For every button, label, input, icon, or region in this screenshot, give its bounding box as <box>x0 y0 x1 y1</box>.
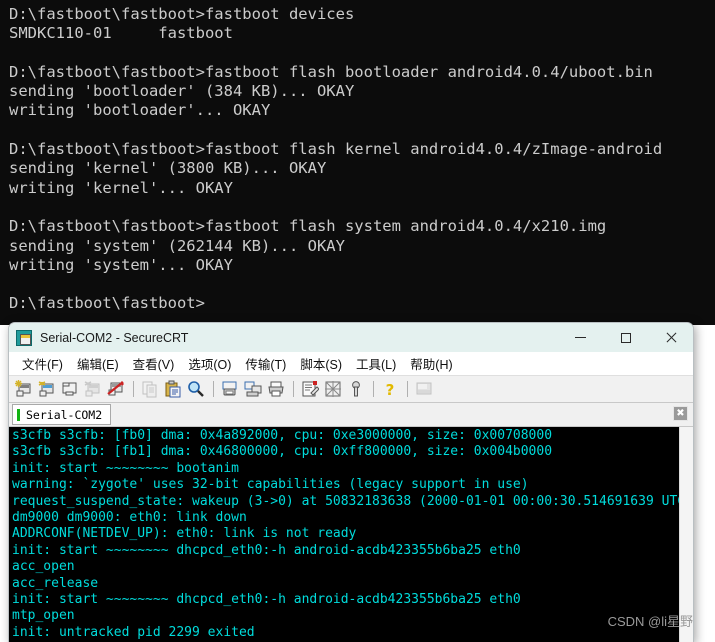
connect-icon[interactable] <box>36 378 58 400</box>
new-session-icon[interactable] <box>13 378 35 400</box>
log-session-icon[interactable] <box>242 378 264 400</box>
tab-connected-indicator <box>17 408 20 421</box>
toolbar: ? <box>9 376 693 403</box>
find-icon[interactable] <box>185 378 207 400</box>
print-icon[interactable] <box>265 378 287 400</box>
menu-item-view[interactable]: 查看(V) <box>126 352 182 375</box>
disconnect-icon[interactable] <box>105 378 127 400</box>
cmd-output: D:\fastboot\fastboot>fastboot devices SMD… <box>9 5 662 314</box>
securecrt-window: Serial-COM2 - SecureCRT 文件(F) 编辑(E) 查看(V… <box>8 322 694 642</box>
cmd-line: D:\fastboot\fastboot>fastboot flash boot… <box>9 62 653 81</box>
screenshot-root: D:\fastboot\fastboot>fastboot devices SMD… <box>0 0 715 642</box>
tab-serial-com2[interactable]: Serial-COM2 <box>12 404 112 425</box>
connect-local-shell-icon[interactable] <box>59 378 81 400</box>
cmd-line: D:\fastboot\fastboot>fastboot flash kern… <box>9 140 663 159</box>
terminal-lines: s3cfb s3cfb: [fb0] dma: 0x4a892000, cpu:… <box>12 428 679 641</box>
term-line: init: start ~~~~~~~~ dhcpcd_eth0:-h andr… <box>12 542 521 558</box>
terminal-scrollbar[interactable] <box>679 427 693 642</box>
cmd-line: D:\fastboot\fastboot>fastboot devices <box>9 5 355 23</box>
menu-item-tools[interactable]: 工具(L) <box>349 352 403 375</box>
cmd-line: D:\fastboot\fastboot> <box>9 294 205 313</box>
windows-command-prompt[interactable]: D:\fastboot\fastboot>fastboot devices SMD… <box>0 0 715 325</box>
term-line: s3cfb s3cfb: [fb1] dma: 0x46800000, cpu:… <box>12 444 553 460</box>
term-line: init: start ~~~~~~~~ bootanim <box>12 460 239 476</box>
toolbar-separator <box>133 381 134 397</box>
securecrt-icon <box>16 329 32 346</box>
tab-label: Serial-COM2 <box>26 407 103 422</box>
cmd-line: D:\fastboot\fastboot>fastboot flash syst… <box>9 217 607 236</box>
cmd-line: sending 'bootloader' (384 KB)... OKAY <box>9 82 355 101</box>
tab-close-button[interactable]: ✖ <box>673 406 688 421</box>
term-line: s3cfb s3cfb: [fb0] dma: 0x4a892000, cpu:… <box>12 428 553 443</box>
toolbar-separator <box>373 381 374 397</box>
svg-text:?: ? <box>386 381 395 398</box>
cmd-line: sending 'kernel' (3800 KB)... OKAY <box>9 159 327 178</box>
term-line: warning: `zygote' uses 32-bit capabiliti… <box>12 477 529 493</box>
term-line: mtp_open <box>12 608 75 624</box>
chat-window-icon[interactable] <box>413 378 435 400</box>
cmd-line <box>9 44 662 63</box>
terminal-output[interactable]: s3cfb s3cfb: [fb0] dma: 0x4a892000, cpu:… <box>9 427 679 642</box>
cmd-line <box>9 198 662 217</box>
global-options-icon[interactable] <box>322 378 344 400</box>
session-options-icon[interactable] <box>299 378 321 400</box>
terminal-area: s3cfb s3cfb: [fb0] dma: 0x4a892000, cpu:… <box>9 427 693 642</box>
close-button[interactable] <box>648 323 693 352</box>
toolbar-separator <box>213 381 214 397</box>
cmd-line: writing 'kernel'... OKAY <box>9 178 233 197</box>
cmd-line <box>9 121 662 140</box>
term-line: init: start ~~~~~~~~ dhcpcd_eth0:-h andr… <box>12 591 521 607</box>
copy-icon[interactable] <box>139 378 161 400</box>
toolbar-separator <box>407 381 408 397</box>
term-line: acc_open <box>12 559 75 575</box>
cmd-line: writing 'system'... OKAY <box>9 255 233 274</box>
title-bar[interactable]: Serial-COM2 - SecureCRT <box>9 323 693 352</box>
term-line: acc_release <box>12 575 99 591</box>
window-title: Serial-COM2 - SecureCRT <box>40 330 189 345</box>
cmd-line <box>9 275 662 294</box>
term-line: dm9000 dm9000: eth0: link down <box>12 509 247 525</box>
cmd-line: sending 'system' (262144 KB)... OKAY <box>9 236 345 255</box>
minimize-button[interactable] <box>558 323 603 352</box>
print-screen-icon[interactable] <box>219 378 241 400</box>
reconnect-icon[interactable] <box>82 378 104 400</box>
key-icon[interactable] <box>345 378 367 400</box>
menu-item-file[interactable]: 文件(F) <box>15 352 70 375</box>
menu-item-transfer[interactable]: 传输(T) <box>238 352 293 375</box>
menu-item-help[interactable]: 帮助(H) <box>403 352 459 375</box>
menu-item-options[interactable]: 选项(O) <box>181 352 238 375</box>
cmd-line: SMDKC110-01 fastboot <box>9 24 233 43</box>
window-controls <box>558 323 693 352</box>
toolbar-separator <box>293 381 294 397</box>
menu-item-edit[interactable]: 编辑(E) <box>70 352 126 375</box>
menu-item-script[interactable]: 脚本(S) <box>293 352 349 375</box>
maximize-button[interactable] <box>603 323 648 352</box>
menu-bar: 文件(F) 编辑(E) 查看(V) 选项(O) 传输(T) 脚本(S) 工具(L… <box>9 352 693 376</box>
help-icon[interactable]: ? <box>379 378 401 400</box>
tab-strip: Serial-COM2 ✖ <box>9 403 693 427</box>
term-line: ADDRCONF(NETDEV_UP): eth0: link is not r… <box>12 526 357 542</box>
scrollbar-thumb[interactable] <box>681 427 692 623</box>
cmd-line: writing 'bootloader'... OKAY <box>9 101 271 120</box>
paste-icon[interactable] <box>162 378 184 400</box>
term-line: request_suspend_state: wakeup (3->0) at … <box>12 493 679 509</box>
term-line: init: untracked pid 2299 exited <box>12 624 255 640</box>
